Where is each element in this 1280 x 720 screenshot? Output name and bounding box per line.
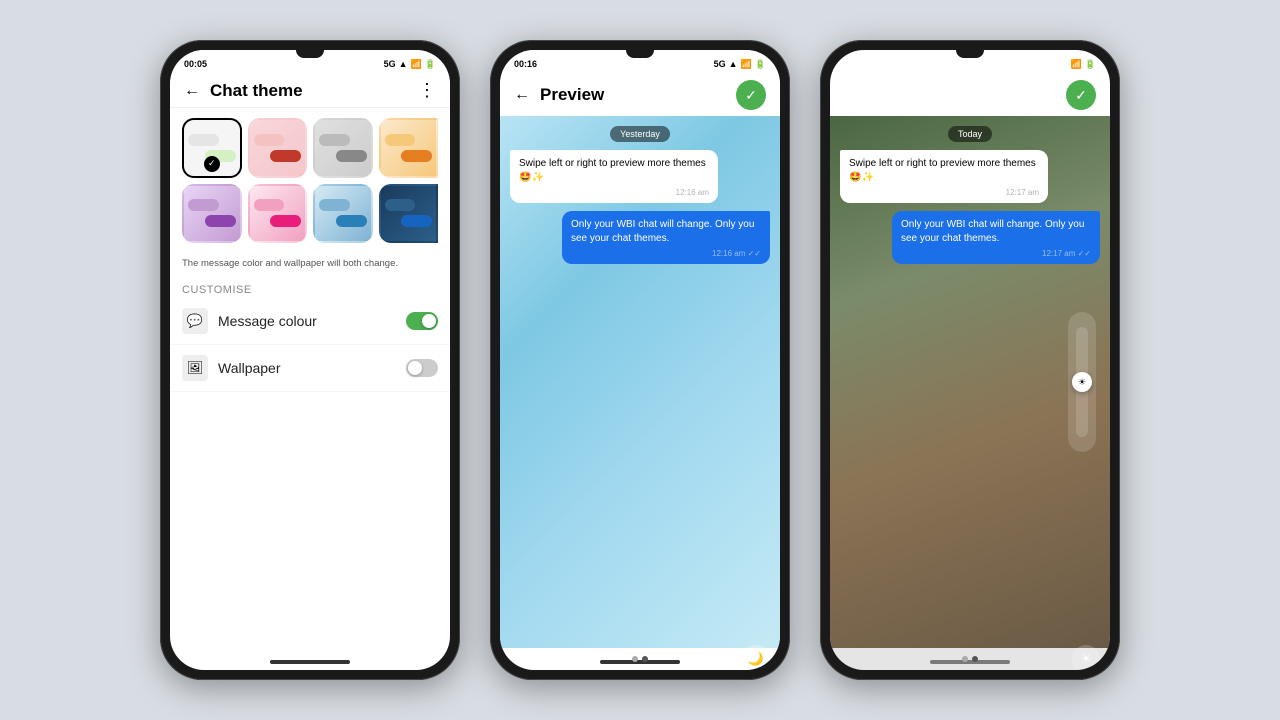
- theme-item-gray[interactable]: [313, 118, 373, 178]
- message-received-1: Swipe left or right to preview more them…: [510, 150, 718, 203]
- chat-bottom-bar-3: ☀: [830, 648, 1110, 670]
- wifi-icon-3: 📶: [1071, 59, 1082, 70]
- battery-icon-2: 🔋: [755, 59, 766, 70]
- chat-area-3: Today Swipe left or right to preview mor…: [830, 116, 1110, 648]
- phone-notch: [296, 50, 324, 58]
- network-2: 5G: [714, 59, 726, 69]
- theme-item-pink[interactable]: [248, 118, 308, 178]
- network-3: 5G: [1044, 59, 1056, 69]
- dot-1-3: [962, 656, 968, 662]
- message-text-4: Only your WBI chat will change. Only you…: [901, 219, 1084, 244]
- message-text-1: Swipe left or right to preview more them…: [519, 158, 706, 183]
- theme-item-purple[interactable]: [182, 184, 242, 244]
- more-options-icon[interactable]: ⋮: [418, 80, 436, 101]
- brightness-icon: ☀: [1078, 377, 1086, 388]
- back-button[interactable]: ←: [184, 82, 200, 100]
- chat-theme-app-bar: ← Chat theme ⋮: [170, 74, 450, 108]
- back-button-2[interactable]: ←: [514, 86, 530, 104]
- customise-label: Customise: [170, 278, 450, 298]
- theme-item-darkblue[interactable]: [379, 184, 439, 244]
- wifi-icon-2: 📶: [741, 59, 752, 70]
- back-button-3[interactable]: ←: [844, 86, 860, 104]
- preview-app-bar-2: ← Preview ✓: [500, 74, 780, 116]
- battery-icon-3: 🔋: [1085, 59, 1096, 70]
- theme-item-orange[interactable]: [379, 118, 439, 178]
- message-colour-label: Message colour: [218, 313, 406, 329]
- light-mode-button-3[interactable]: ☀: [1072, 645, 1100, 670]
- phone-notch-2: [626, 50, 654, 58]
- wallpaper-toggle[interactable]: [406, 359, 438, 377]
- theme-item-pink2[interactable]: [248, 184, 308, 244]
- phone-1: 00:05 5G ▲ 📶 🔋 ← Chat theme ⋮ ✓: [160, 40, 460, 680]
- confirm-button-3[interactable]: ✓: [1066, 80, 1096, 110]
- time-3: 00:17: [844, 59, 867, 69]
- description-text: The message color and wallpaper will bot…: [170, 253, 450, 278]
- selected-check: ✓: [204, 156, 220, 172]
- time-2: 00:16: [514, 59, 537, 69]
- theme-item-blue[interactable]: [313, 184, 373, 244]
- home-indicator-1: [270, 660, 350, 664]
- message-colour-row[interactable]: 💬 Message colour: [170, 298, 450, 345]
- wifi-icon: 📶: [411, 59, 422, 70]
- wallpaper-icon: 🖼: [182, 355, 208, 381]
- message-time-2: 12:16 am ✓✓: [571, 248, 761, 259]
- dot-2-3: [972, 656, 978, 662]
- wallpaper-label: Wallpaper: [218, 360, 406, 376]
- phone-2: 00:16 5G ▲ 📶 🔋 ← Preview ✓ Yesterday Swi…: [490, 40, 790, 680]
- page-dots-2: [632, 656, 648, 662]
- signal-icon: ▲: [399, 59, 408, 69]
- message-received-2: Swipe left or right to preview more them…: [840, 150, 1048, 203]
- message-text-2: Only your WBI chat will change. Only you…: [571, 219, 754, 244]
- time-1: 00:05: [184, 59, 207, 69]
- theme-grid: ✓: [170, 108, 450, 253]
- signal-icon-3: ▲: [1059, 59, 1068, 69]
- dot-1-2: [632, 656, 638, 662]
- theme-item-default[interactable]: ✓: [182, 118, 242, 178]
- network-1: 5G: [384, 59, 396, 69]
- message-time-4: 12:17 am ✓✓: [901, 248, 1091, 259]
- phone-notch-3: [956, 50, 984, 58]
- date-chip-2: Yesterday: [610, 126, 670, 142]
- chat-area-2: Yesterday Swipe left or right to preview…: [500, 116, 780, 648]
- brightness-slider[interactable]: ☀: [1068, 312, 1096, 452]
- message-text-3: Swipe left or right to preview more them…: [849, 158, 1036, 183]
- page-title: Chat theme: [210, 81, 418, 101]
- page-dots-3: [962, 656, 978, 662]
- dot-2-2: [642, 656, 648, 662]
- battery-icon: 🔋: [425, 59, 436, 70]
- preview-app-bar-3: ← Preview ✓: [830, 74, 1110, 116]
- message-sent-2: Only your WBI chat will change. Only you…: [892, 211, 1100, 264]
- message-time-3: 12:17 am: [849, 187, 1039, 198]
- slider-track: ☀: [1076, 327, 1088, 437]
- dark-mode-button-2[interactable]: 🌙: [742, 645, 770, 670]
- wallpaper-row[interactable]: 🖼 Wallpaper: [170, 345, 450, 392]
- preview-title-3: Preview: [870, 85, 1066, 105]
- phone-3: 00:17 5G ▲ 📶 🔋 ← Preview ✓ Today Swipe l…: [820, 40, 1120, 680]
- message-sent-1: Only your WBI chat will change. Only you…: [562, 211, 770, 264]
- chat-bottom-bar-2: 🌙: [500, 648, 780, 670]
- preview-title-2: Preview: [540, 85, 736, 105]
- date-chip-3: Today: [948, 126, 992, 142]
- message-colour-toggle[interactable]: [406, 312, 438, 330]
- slider-thumb[interactable]: ☀: [1072, 372, 1092, 392]
- signal-icon-2: ▲: [729, 59, 738, 69]
- confirm-button-2[interactable]: ✓: [736, 80, 766, 110]
- message-time-1: 12:16 am: [519, 187, 709, 198]
- message-colour-icon: 💬: [182, 308, 208, 334]
